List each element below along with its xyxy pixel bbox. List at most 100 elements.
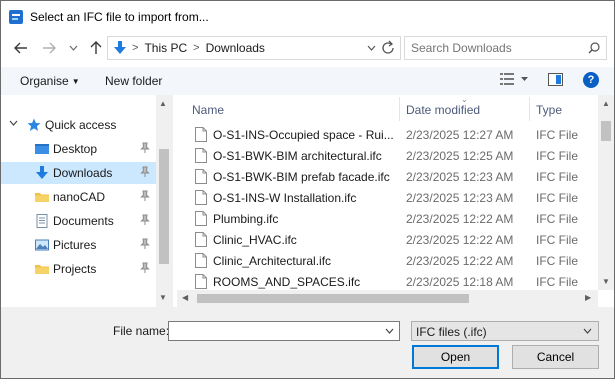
scroll-up-arrow-icon[interactable]: ▲ [602,99,610,108]
breadcrumb-downloads[interactable]: Downloads [206,41,265,55]
back-button[interactable] [12,39,30,57]
forward-button[interactable] [40,39,58,57]
file-date-modified: 2/23/2025 12:25 AM [406,149,514,163]
file-icon [195,127,207,142]
file-date-modified: 2/23/2025 12:23 AM [406,191,514,205]
sidebar-item-desktop[interactable]: Desktop [1,138,156,160]
pin-icon[interactable] [140,166,150,178]
cancel-button[interactable]: Cancel [512,345,599,369]
file-date-modified: 2/23/2025 12:22 AM [406,233,514,247]
sidebar-item-projects[interactable]: Projects [1,258,156,280]
column-divider[interactable] [529,97,530,121]
file-row[interactable]: O-S1-INS-Occupied space - Rui... 2/23/202… [177,124,598,145]
file-name: O-S1-INS-Occupied space - Rui... [213,128,394,142]
pin-icon[interactable] [140,142,150,154]
sidebar-item-downloads[interactable]: Downloads [1,162,156,184]
file-icon [195,190,207,205]
view-options-icon[interactable] [500,73,514,85]
search-box[interactable] [404,36,607,60]
search-icon[interactable] [588,42,600,54]
address-dropdown-icon[interactable] [367,41,376,55]
sidebar-item-documents[interactable]: Documents [1,210,156,232]
file-name-combobox[interactable] [168,321,400,341]
refresh-icon[interactable] [380,39,396,57]
file-type: IFC File [536,275,578,289]
breadcrumb: > This PC > Downloads [132,41,265,55]
file-list: ⌄ Name Date modified Type O-S1-INS-Occup… [177,95,614,307]
file-name-label: File name: [113,324,170,338]
file-row[interactable]: Plumbing.ifc 2/23/2025 12:22 AM IFC File [177,208,598,229]
file-row[interactable]: Clinic_Architectural.ifc 2/23/2025 12:22 … [177,250,598,271]
file-date-modified: 2/23/2025 12:18 AM [406,275,514,289]
file-date-modified: 2/23/2025 12:22 AM [406,254,514,268]
sidebar-item-label: Downloads [53,166,113,180]
file-row[interactable]: Clinic_HVAC.ifc 2/23/2025 12:22 AM IFC Fil… [177,229,598,250]
file-name: ROOMS_AND_SPACES.ifc [213,275,361,289]
scroll-right-arrow-icon[interactable]: ▶ [585,293,591,302]
scrollbar-thumb[interactable] [159,149,169,264]
file-name: Plumbing.ifc [213,212,279,226]
forward-arrow-icon [43,42,56,54]
preview-pane-icon[interactable] [548,73,563,86]
sidebar-item-label: Desktop [53,142,98,156]
scroll-down-arrow-icon[interactable]: ▼ [602,277,610,286]
file-type-select[interactable]: IFC files (.ifc) [411,321,599,341]
scroll-down-arrow-icon[interactable]: ▼ [159,293,167,302]
folder-icon [35,265,49,274]
file-name-input[interactable] [173,324,373,338]
sidebar-item-label: Quick access [45,118,117,132]
column-divider[interactable] [399,97,400,121]
breadcrumb-this-pc[interactable]: This PC [144,41,187,55]
help-button[interactable]: ? [583,72,599,88]
window-title: Select an IFC file to import from... [30,10,209,24]
file-list-vertical-scrollbar[interactable]: ▲ ▼ [598,95,614,290]
pin-icon[interactable] [140,238,150,250]
file-type: IFC File [536,191,578,205]
scroll-left-arrow-icon[interactable]: ◀ [182,293,188,302]
scroll-up-arrow-icon[interactable]: ▲ [159,99,167,108]
file-row[interactable]: O-S1-BWK-BIM prefab facade.ifc 2/23/2025 … [177,166,598,187]
navigation-scrollbar[interactable]: ▲ ▼ [156,95,173,307]
search-input[interactable] [411,40,581,56]
sidebar-item-label: nanoCAD [53,190,106,204]
sidebar-item-pictures[interactable]: Pictures [1,234,156,256]
column-header-date-modified[interactable]: Date modified [406,103,480,117]
organise-label: Organise [20,74,69,88]
navigation-pane: Quick access Desktop Downloads nanoCAD D… [1,95,173,307]
file-type: IFC File [536,254,578,268]
sidebar-item-nanocad[interactable]: nanoCAD [1,186,156,208]
expand-chevron-icon[interactable] [9,119,18,128]
sidebar-item-label: Pictures [53,238,97,252]
chevron-down-icon[interactable] [385,325,394,337]
file-row[interactable]: O-S1-INS-W Installation.ifc 2/23/2025 12:… [177,187,598,208]
pictures-icon [35,239,49,251]
open-button[interactable]: Open [412,345,499,369]
organise-menu[interactable]: Organise ▼ [20,74,80,88]
pin-icon[interactable] [140,262,150,274]
pin-icon[interactable] [140,214,150,226]
scrollbar-thumb[interactable] [601,121,611,141]
recent-locations-button[interactable] [66,39,80,57]
breadcrumb-separator: > [193,42,200,54]
file-icon [195,211,207,226]
new-folder-button[interactable]: New folder [105,74,162,88]
view-menu-caret-icon[interactable] [521,77,528,82]
sidebar-item-quick-access[interactable]: Quick access [1,114,156,136]
column-header-type[interactable]: Type [536,103,562,117]
file-row[interactable]: O-S1-BWK-BIM architectural.ifc 2/23/2025 … [177,145,598,166]
column-header-name[interactable]: Name [192,103,224,117]
file-type: IFC File [536,170,578,184]
scrollbar-thumb[interactable] [197,294,469,303]
file-icon [195,274,207,289]
file-row[interactable]: ROOMS_AND_SPACES.ifc 2/23/2025 12:18 AM IF… [177,271,598,292]
pin-icon[interactable] [140,190,150,202]
file-type: IFC File [536,233,578,247]
file-list-horizontal-scrollbar[interactable]: ◀ ▶ [177,290,598,307]
breadcrumb-separator: > [132,42,139,54]
file-type: IFC File [536,128,578,142]
address-bar[interactable]: > This PC > Downloads [107,36,401,60]
sidebar-item-label: Documents [53,214,114,228]
up-button[interactable] [87,39,105,57]
file-icon [195,148,207,163]
file-name: O-S1-BWK-BIM architectural.ifc [213,149,382,163]
